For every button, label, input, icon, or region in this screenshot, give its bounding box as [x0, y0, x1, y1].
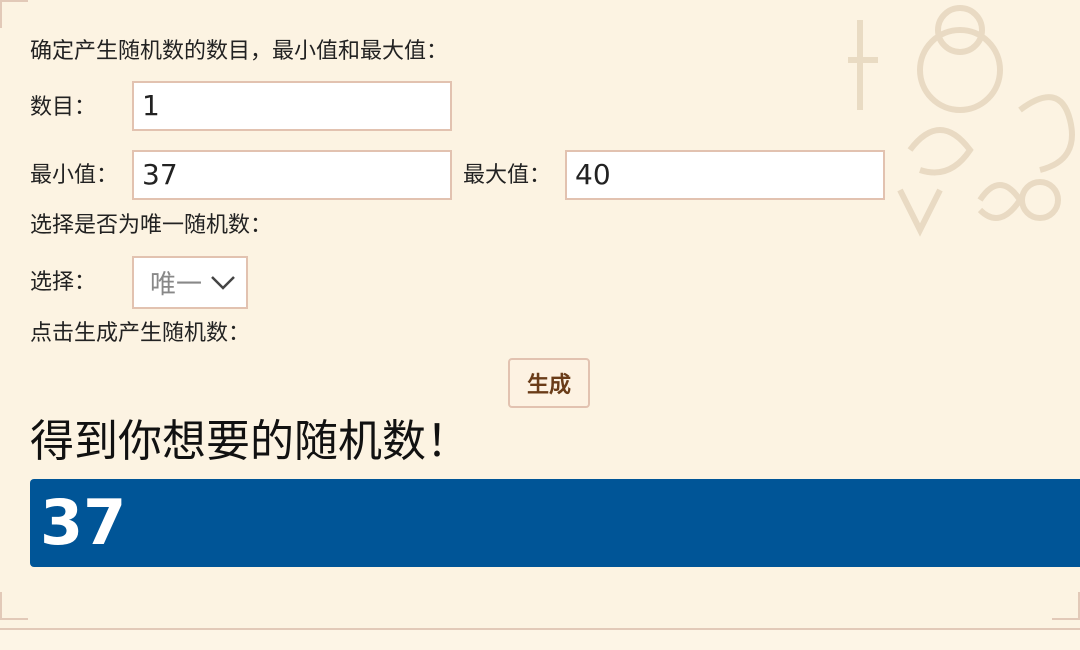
unique-select-value: 唯一 [150, 270, 203, 300]
math-symbols-decoration [848, 5, 1075, 237]
count-input[interactable]: 1 [132, 81, 452, 131]
unique-prompt: 选择是否为唯一随机数： [30, 213, 273, 238]
result-value: 37 [30, 479, 1080, 567]
max-input[interactable]: 40 [565, 150, 885, 200]
frame-corner-top-left [0, 0, 28, 28]
frame-corner-bottom-right [1052, 592, 1080, 620]
select-label: 选择： [30, 270, 97, 295]
generator-panel: 确定产生随机数的数目，最小值和最大值： 数目： 1 最小值： 37 最大值： 4… [0, 0, 1080, 630]
generate-prompt: 点击生成产生随机数： [30, 321, 251, 346]
min-label: 最小值： [30, 163, 119, 188]
count-label: 数目： [30, 95, 97, 120]
frame-corner-bottom-left [0, 592, 28, 620]
chevron-down-icon [211, 275, 235, 290]
unique-select[interactable]: 唯一 [132, 256, 248, 309]
generate-button[interactable]: 生成 [508, 358, 590, 408]
max-label: 最大值： [463, 163, 552, 188]
result-heading: 得到你想要的随机数！ [30, 416, 470, 467]
min-input[interactable]: 37 [132, 150, 452, 200]
intro-label: 确定产生随机数的数目，最小值和最大值： [30, 39, 449, 64]
